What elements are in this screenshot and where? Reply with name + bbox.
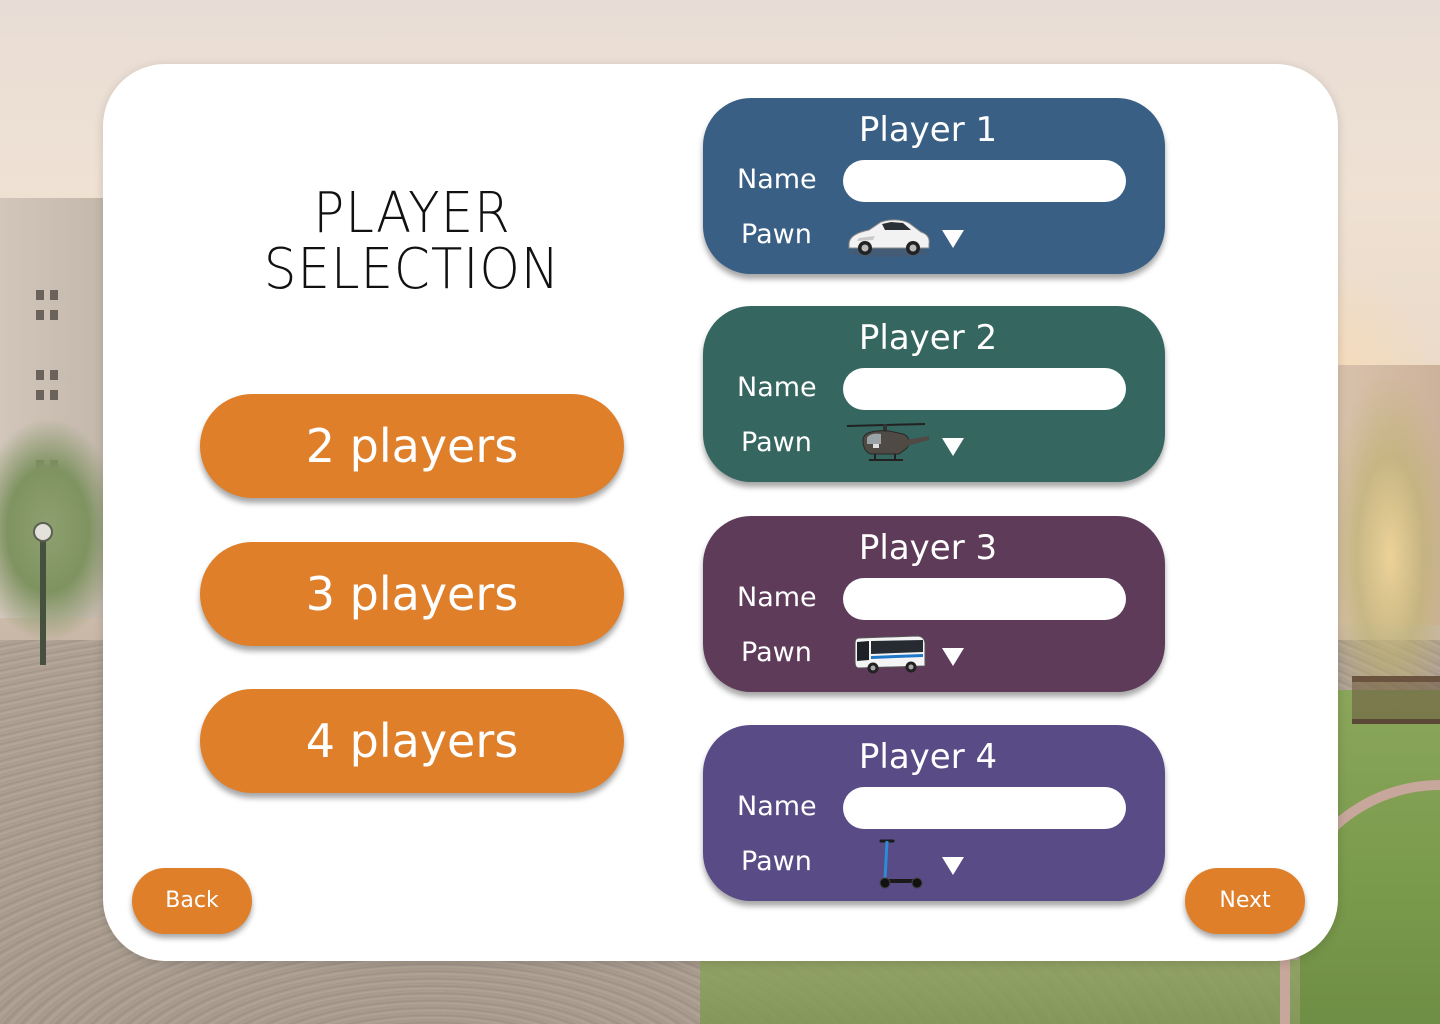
car-icon	[845, 210, 931, 262]
back-button[interactable]: Back	[132, 868, 252, 934]
player-2-panel: Player 2 Name Pawn	[703, 306, 1165, 482]
player-4-title: Player 4	[858, 737, 998, 777]
player-2-pawn-label: Pawn	[741, 427, 812, 458]
park-bench	[1352, 676, 1440, 724]
player-3-pawn-label: Pawn	[741, 637, 812, 668]
scooter-icon	[845, 837, 931, 889]
player-4-name-input[interactable]	[843, 787, 1126, 829]
player-1-panel: Player 1 Name Pawn	[703, 98, 1165, 274]
player-2-title: Player 2	[858, 318, 998, 358]
player-3-panel: Player 3 Name Pawn	[703, 516, 1165, 692]
player-3-name-input[interactable]	[843, 578, 1126, 620]
player-1-name-label: Name	[737, 164, 817, 195]
player-4-name-label: Name	[737, 791, 817, 822]
player-4-pawn-label: Pawn	[741, 846, 812, 877]
player-4-panel: Player 4 Name Pawn	[703, 725, 1165, 901]
player-3-title: Player 3	[858, 528, 998, 568]
player-2-name-label: Name	[737, 372, 817, 403]
bus-icon	[845, 628, 931, 680]
street-lamp	[40, 525, 46, 665]
player-1-name-input[interactable]	[843, 160, 1126, 202]
next-button[interactable]: Next	[1185, 868, 1305, 934]
two-players-button[interactable]: 2 players	[200, 394, 624, 498]
player-1-title: Player 1	[858, 110, 998, 150]
player-4-pawn-dropdown-icon[interactable]	[941, 856, 965, 876]
player-1-pawn-label: Pawn	[741, 219, 812, 250]
player-1-pawn-dropdown-icon[interactable]	[941, 229, 965, 249]
helicopter-icon	[845, 418, 931, 470]
player-3-pawn-dropdown-icon[interactable]	[941, 647, 965, 667]
page-title-line2: SELECTION	[263, 237, 561, 302]
page-title-line1: PLAYER	[313, 181, 511, 246]
player-3-name-label: Name	[737, 582, 817, 613]
player-2-name-input[interactable]	[843, 368, 1126, 410]
player-2-pawn-dropdown-icon[interactable]	[941, 437, 965, 457]
four-players-button[interactable]: 4 players	[200, 689, 624, 793]
tree-right	[1330, 380, 1440, 700]
tree-left	[0, 420, 120, 640]
page-title: PLAYER SELECTION	[217, 186, 607, 298]
street-lamp-head	[33, 522, 53, 542]
three-players-button[interactable]: 3 players	[200, 542, 624, 646]
